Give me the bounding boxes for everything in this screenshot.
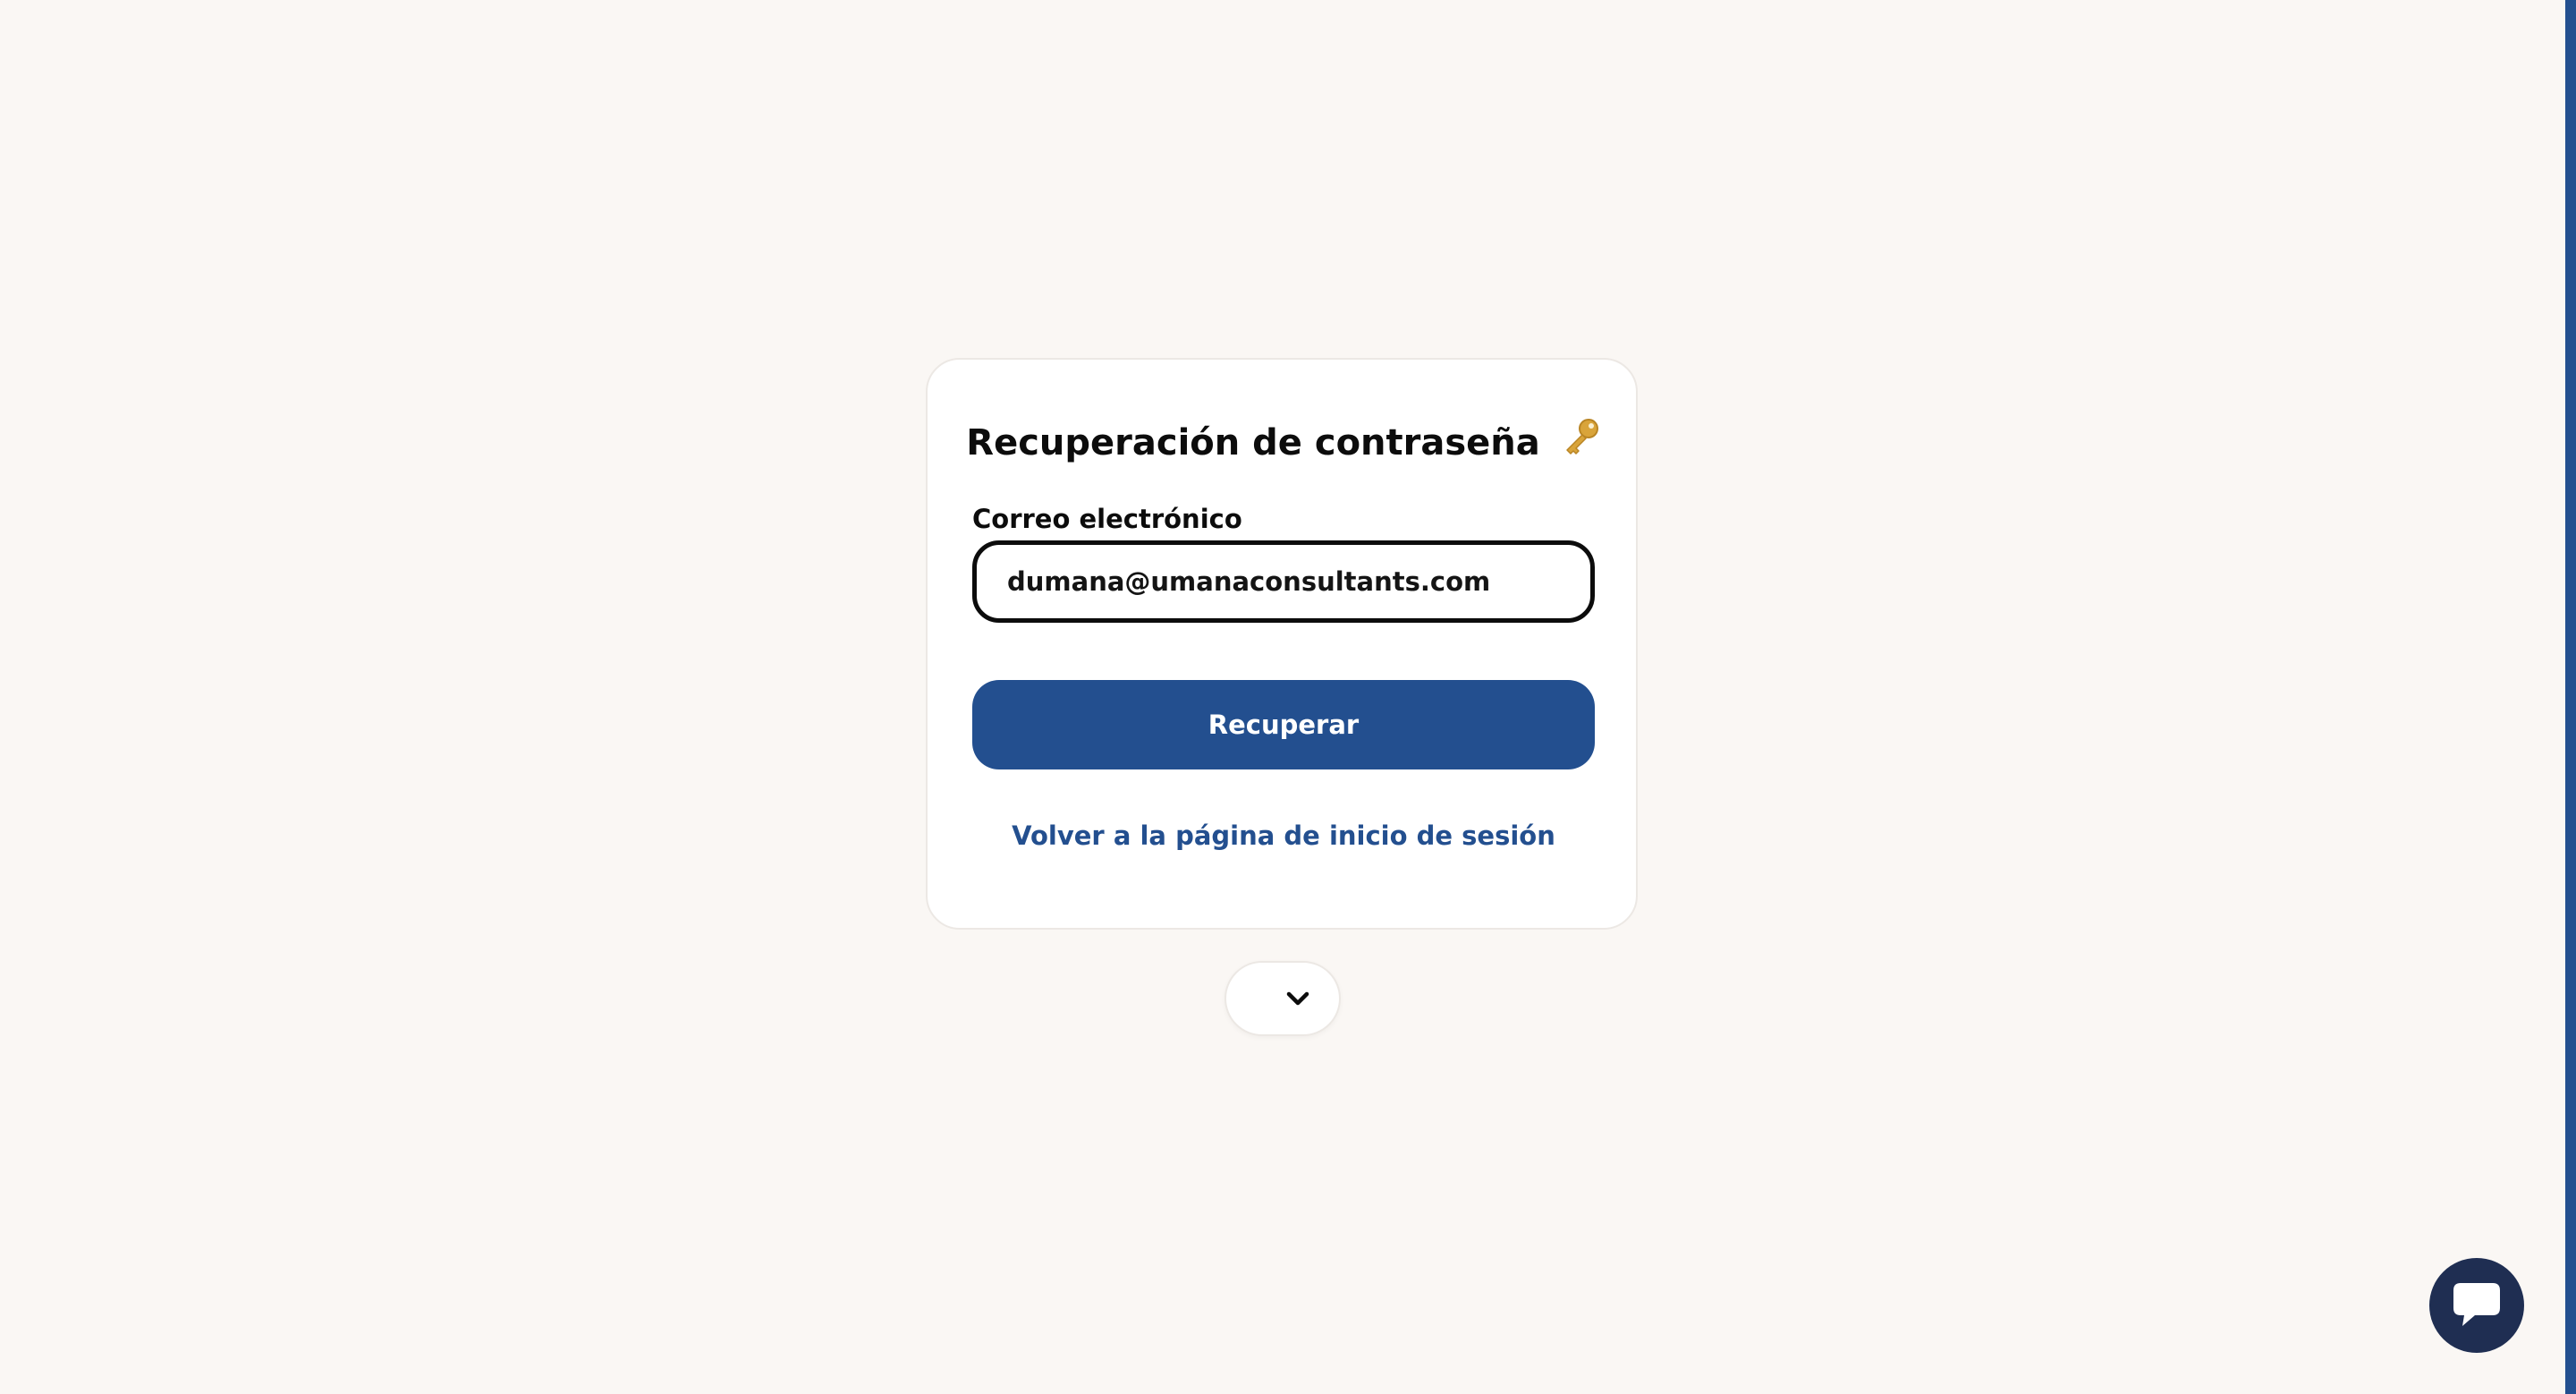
recover-button[interactable]: Recuperar: [972, 680, 1595, 769]
chat-bubble-icon: [2452, 1281, 2502, 1330]
back-to-login-link[interactable]: Volver a la página de inicio de sesión: [928, 820, 1640, 852]
scrollbar-thumb[interactable]: [2565, 0, 2576, 1394]
email-field[interactable]: [972, 540, 1595, 623]
chat-widget-button[interactable]: [2429, 1258, 2524, 1353]
key-icon: [1562, 416, 1601, 466]
password-recovery-card: Recuperación de contraseña Correo electr…: [926, 358, 1638, 930]
title-text: Recuperación de contraseña: [966, 422, 1540, 463]
page: Recuperación de contraseña Correo electr…: [0, 0, 2576, 1394]
chevron-down-icon: [1286, 990, 1309, 1007]
email-label: Correo electrónico: [972, 504, 1242, 534]
expand-button[interactable]: [1224, 961, 1341, 1036]
page-title: Recuperación de contraseña: [928, 419, 1640, 466]
